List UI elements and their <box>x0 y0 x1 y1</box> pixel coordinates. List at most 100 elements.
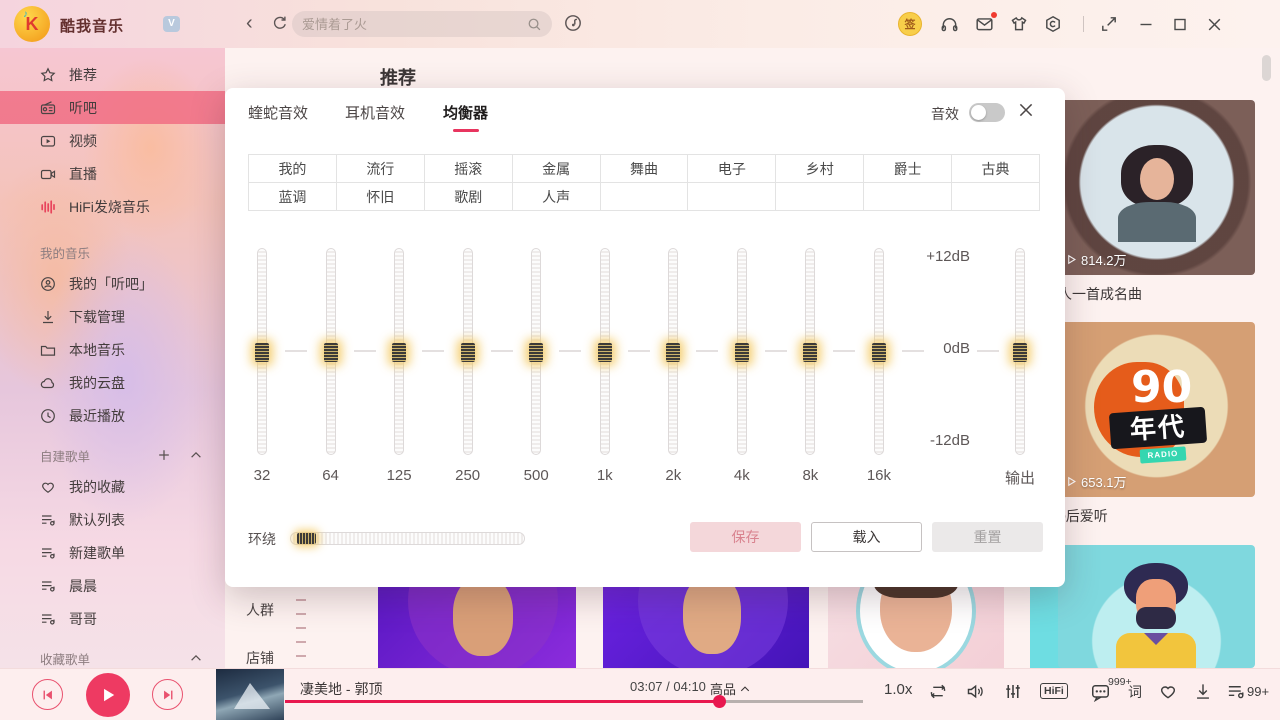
add-playlist-icon[interactable] <box>157 448 171 462</box>
card-title[interactable]: 0后爱听 <box>1058 506 1255 526</box>
progress-bar[interactable] <box>285 700 863 703</box>
mail-icon[interactable] <box>975 15 994 33</box>
music-recognition-icon[interactable] <box>564 14 582 32</box>
headphones-icon[interactable] <box>940 15 959 33</box>
eq-band-slider[interactable] <box>463 248 473 455</box>
eq-slider-handle[interactable] <box>1013 343 1027 362</box>
eq-band-slider[interactable] <box>874 248 884 455</box>
eq-band-slider[interactable] <box>600 248 610 455</box>
scrollbar[interactable] <box>1262 55 1271 81</box>
eq-preset-button[interactable]: 乡村 <box>776 155 864 183</box>
play-button[interactable] <box>86 673 130 717</box>
equalizer-icon[interactable] <box>1003 682 1023 701</box>
sidebar-item-playlist[interactable]: 默认列表 <box>0 503 225 536</box>
sidebar-item-playlist[interactable]: 晨晨 <box>0 569 225 602</box>
eq-preset-button[interactable]: 摇滚 <box>425 155 513 183</box>
vip-badge[interactable]: V <box>163 16 180 32</box>
radio-card[interactable] <box>1058 545 1255 668</box>
eq-band-slider[interactable] <box>531 248 541 455</box>
eq-preset-button[interactable]: 古典 <box>952 155 1040 183</box>
sidebar-item-favorites[interactable]: 我的收藏 <box>0 470 225 503</box>
eq-preset-button[interactable]: 爵士 <box>864 155 952 183</box>
filter-label-crowd[interactable]: 人群 <box>246 600 274 620</box>
load-button[interactable]: 载入 <box>811 522 922 552</box>
search-box[interactable] <box>292 11 552 37</box>
maximize-button[interactable] <box>1172 15 1188 33</box>
sidebar-item-downloads[interactable]: 下载管理 <box>0 300 225 333</box>
save-button[interactable]: 保存 <box>690 522 801 552</box>
dialog-close-icon[interactable] <box>1017 101 1035 119</box>
theme-shirt-icon[interactable] <box>1010 15 1028 33</box>
eq-preset-button[interactable] <box>952 183 1040 211</box>
sidebar-item-local-music[interactable]: 本地音乐 <box>0 333 225 366</box>
eq-band-slider[interactable] <box>805 248 815 455</box>
hifi-badge[interactable]: HiFi <box>1040 683 1068 699</box>
playback-speed[interactable]: 1.0x <box>884 681 912 698</box>
radio-card[interactable]: 90 年代 RADIO 653.1万 0后爱听 <box>1058 322 1255 526</box>
previous-track-button[interactable] <box>32 679 63 710</box>
eq-preset-button[interactable]: 歌剧 <box>425 183 513 211</box>
eq-slider-handle[interactable] <box>803 343 817 362</box>
download-icon[interactable] <box>1193 682 1213 701</box>
sidebar-item-recommend[interactable]: 推荐 <box>0 58 225 91</box>
filter-label-shop[interactable]: 店铺 <box>246 648 274 668</box>
eq-band-slider[interactable] <box>737 248 747 455</box>
refresh-icon[interactable] <box>272 15 288 31</box>
portrait-cover-image[interactable] <box>828 586 1004 668</box>
progress-fill[interactable] <box>285 700 719 703</box>
radio-card-cover[interactable]: 90 年代 RADIO 653.1万 <box>1058 322 1255 497</box>
dj-cover-image[interactable] <box>378 586 576 668</box>
eq-band-slider[interactable] <box>394 248 404 455</box>
eq-slider-handle[interactable] <box>666 343 680 362</box>
collapse-chevron-icon[interactable] <box>189 651 203 665</box>
back-icon[interactable]: ‹ <box>246 12 253 34</box>
radio-card-cover[interactable] <box>1058 545 1255 668</box>
dj-cover-image[interactable] <box>603 586 809 668</box>
eq-preset-button[interactable] <box>601 183 689 211</box>
eq-preset-button[interactable]: 蓝调 <box>249 183 337 211</box>
sidebar-item-radio[interactable]: 听吧 <box>0 91 225 124</box>
eq-preset-button[interactable] <box>688 183 776 211</box>
tab-headphone-effects[interactable]: 耳机音效 <box>345 102 405 123</box>
sidebar-item-playlist[interactable]: 哥哥 <box>0 602 225 635</box>
radio-card-cover[interactable]: 814.2万 <box>1058 100 1255 275</box>
search-input[interactable] <box>302 17 527 32</box>
surround-slider-handle[interactable] <box>297 533 316 544</box>
tab-viper-effects[interactable]: 蝰蛇音效 <box>248 102 308 123</box>
eq-preset-button[interactable]: 人声 <box>513 183 601 211</box>
sidebar-item-recent[interactable]: 最近播放 <box>0 399 225 432</box>
eq-band-slider[interactable] <box>668 248 678 455</box>
settings-icon[interactable] <box>1044 15 1062 33</box>
eq-preset-button[interactable]: 怀旧 <box>337 183 425 211</box>
eq-band-slider[interactable] <box>257 248 267 455</box>
eq-preset-button[interactable]: 我的 <box>249 155 337 183</box>
close-button[interactable] <box>1206 15 1223 33</box>
favorite-heart-icon[interactable] <box>1158 682 1178 701</box>
eq-slider-handle[interactable] <box>735 343 749 362</box>
collapse-chevron-icon[interactable] <box>189 448 203 462</box>
mini-mode-icon[interactable] <box>1100 15 1118 33</box>
eq-output-slider[interactable] <box>1015 248 1025 455</box>
minimize-button[interactable] <box>1138 15 1154 33</box>
card-title[interactable]: 人一首成名曲 <box>1058 284 1255 304</box>
sidebar-item-hifi[interactable]: HiFi发烧音乐 <box>0 190 225 223</box>
eq-slider-handle[interactable] <box>872 343 886 362</box>
song-title[interactable]: 凄美地 - 郭顶 <box>300 679 382 699</box>
tab-equalizer[interactable]: 均衡器 <box>443 102 488 123</box>
eq-preset-button[interactable] <box>776 183 864 211</box>
sidebar-item-live[interactable]: 直播 <box>0 157 225 190</box>
eq-band-slider[interactable] <box>326 248 336 455</box>
radio-card[interactable]: 814.2万 人一首成名曲 <box>1058 100 1255 304</box>
eq-preset-button[interactable]: 流行 <box>337 155 425 183</box>
eq-preset-button[interactable]: 金属 <box>513 155 601 183</box>
eq-preset-button[interactable]: 舞曲 <box>601 155 689 183</box>
reset-button[interactable]: 重置 <box>932 522 1043 552</box>
eq-slider-handle[interactable] <box>324 343 338 362</box>
sidebar-item-playlist[interactable]: 新建歌单 <box>0 536 225 569</box>
signin-coin-icon[interactable]: 签 <box>898 12 922 36</box>
next-track-button[interactable] <box>152 679 183 710</box>
eq-slider-handle[interactable] <box>461 343 475 362</box>
eq-slider-handle[interactable] <box>598 343 612 362</box>
effect-toggle[interactable] <box>969 103 1005 122</box>
eq-preset-button[interactable] <box>864 183 952 211</box>
